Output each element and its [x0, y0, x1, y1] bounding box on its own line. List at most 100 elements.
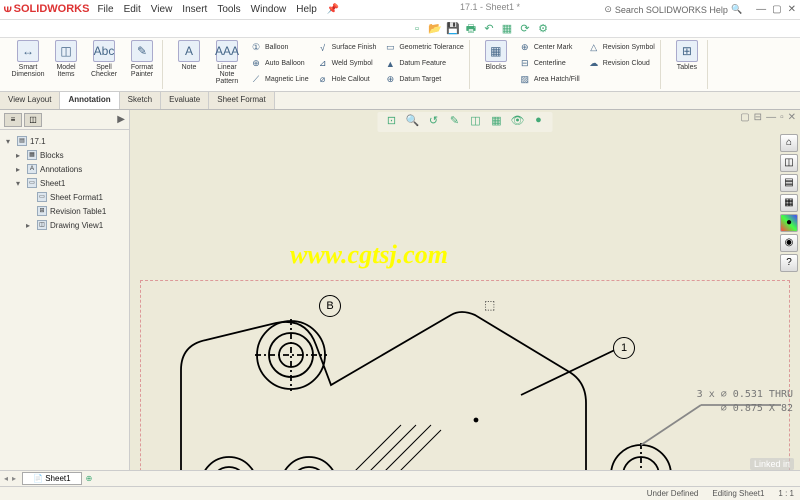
zoom-fit-icon[interactable]: ⊡	[384, 114, 400, 130]
balloon-button[interactable]: ①Balloon	[248, 40, 311, 55]
side-collapse-icon[interactable]: ▶	[117, 114, 125, 125]
drawing-canvas[interactable]: ⊡ 🔍 ↺ ✎ ◫ ▦ 👁 ● ▢ ⊟ — ▫ ✕ ⌂ ◫ ▤ ▦ ● ◉ ? …	[130, 110, 800, 486]
auto-balloon-button[interactable]: ⊕Auto Balloon	[248, 56, 311, 71]
close-button[interactable]: ✕	[788, 4, 796, 15]
canvas-max-icon[interactable]: —	[766, 112, 776, 123]
spell-checker-button[interactable]: AbcSpell Checker	[87, 40, 121, 78]
rebuild-icon[interactable]: ⟳	[518, 22, 532, 36]
magnetic-line-button[interactable]: ⟋Magnetic Line	[248, 72, 311, 87]
revision-cloud-button[interactable]: ☁Revision Cloud	[586, 56, 657, 71]
tab-annotation[interactable]: Annotation	[60, 92, 119, 109]
drawing-sheet[interactable]: B 1 3 x ⌀ 0.531 THRU ⌀ 0.875 X 82	[140, 280, 790, 486]
new-doc-icon[interactable]: ▫	[410, 22, 424, 36]
select-icon[interactable]: ▦	[500, 22, 514, 36]
item-balloon-1[interactable]: 1	[613, 337, 635, 359]
save-icon[interactable]: 💾	[446, 22, 460, 36]
tab-view-layout[interactable]: View Layout	[0, 92, 60, 109]
maximize-button[interactable]: ▢	[772, 4, 781, 15]
canvas-min-icon[interactable]: ⊟	[754, 112, 762, 123]
hole-callout-line2[interactable]: ⌀ 0.875 X 82	[721, 403, 793, 414]
tab-evaluate[interactable]: Evaluate	[161, 92, 209, 109]
side-tab-tree[interactable]: ≡	[4, 113, 22, 127]
datum-target-button[interactable]: ⊕Datum Target	[382, 72, 465, 87]
rt-help-icon[interactable]: ?	[780, 254, 798, 272]
smart-dimension-button[interactable]: ↔Smart Dimension	[11, 40, 45, 78]
view-toolbar: ⊡ 🔍 ↺ ✎ ◫ ▦ 👁 ●	[378, 112, 553, 132]
surface-finish-button[interactable]: √Surface Finish	[315, 40, 379, 55]
tree-sheet1[interactable]: ▾▭Sheet1	[6, 176, 123, 190]
display-style-icon[interactable]: ▦	[489, 114, 505, 130]
rt-home-icon[interactable]: ⌂	[780, 134, 798, 152]
weld-symbol-button[interactable]: ⊿Weld Symbol	[315, 56, 379, 71]
menubar: SOLIDWORKS File Edit View Insert Tools W…	[0, 0, 800, 20]
menu-help[interactable]: Help	[296, 4, 317, 15]
format-painter-button[interactable]: ✎Format Painter	[125, 40, 159, 78]
zoom-area-icon[interactable]: 🔍	[405, 114, 421, 130]
model-items-button[interactable]: ◫Model Items	[49, 40, 83, 78]
canvas-close-icon[interactable]: ✕	[788, 112, 796, 123]
rt-color-icon[interactable]: ●	[780, 214, 798, 232]
menu-view[interactable]: View	[151, 4, 173, 15]
blocks-icon: ▦	[485, 40, 507, 62]
linear-note-pattern-button[interactable]: AAALinear Note Pattern	[210, 40, 244, 85]
undo-icon[interactable]: ↶	[482, 22, 496, 36]
help-search[interactable]: ⊙ Search SOLIDWORKS Help 🔍	[604, 4, 742, 15]
rt-sheet-icon[interactable]: ▤	[780, 174, 798, 192]
centerline-button[interactable]: ⊟Centerline	[517, 56, 582, 71]
tree-sheet-format1[interactable]: ▭Sheet Format1	[6, 190, 123, 204]
search-icon: ⊙	[604, 4, 612, 15]
sheet-tab-prev[interactable]: ◂	[4, 474, 8, 483]
painter-icon: ✎	[131, 40, 153, 62]
tree-revision-table1[interactable]: ⊞Revision Table1	[6, 204, 123, 218]
menu-insert[interactable]: Insert	[182, 4, 207, 15]
main-menu: File Edit View Insert Tools Window Help …	[97, 4, 339, 15]
menu-pin-icon[interactable]: 📌	[327, 4, 339, 15]
geometric-tolerance-button[interactable]: ▭Geometric Tolerance	[382, 40, 465, 55]
menu-window[interactable]: Window	[251, 4, 287, 15]
zoom-prev-icon[interactable]: ↺	[426, 114, 442, 130]
blocks-button[interactable]: ▦Blocks	[479, 40, 513, 71]
revision-symbol-button[interactable]: △Revision Symbol	[586, 40, 657, 55]
tree-blocks[interactable]: ▸▦Blocks	[6, 148, 123, 162]
open-icon[interactable]: 📂	[428, 22, 442, 36]
section-icon[interactable]: ✎	[447, 114, 463, 130]
gtol-icon: ▭	[384, 42, 396, 54]
tables-button[interactable]: ⊞Tables	[670, 40, 704, 71]
tree-annotations[interactable]: ▸AAnnotations	[6, 162, 123, 176]
sheet-tab-sheet1[interactable]: 📄 Sheet1	[22, 472, 82, 485]
tree-drawing-view1[interactable]: ▸◫Drawing View1	[6, 218, 123, 232]
sheet-tab-next[interactable]: ▸	[12, 474, 16, 483]
menu-file[interactable]: File	[97, 4, 113, 15]
dimension-icon: ↔	[17, 40, 39, 62]
view-orient-icon[interactable]: ◫	[468, 114, 484, 130]
menu-edit[interactable]: Edit	[124, 4, 141, 15]
print-icon[interactable]: 🖶	[464, 22, 478, 36]
options-icon[interactable]: ⚙	[536, 22, 550, 36]
datum-feature-button[interactable]: ▲Datum Feature	[382, 56, 465, 71]
tab-sketch[interactable]: Sketch	[120, 92, 161, 109]
canvas-restore-icon[interactable]: ▢	[740, 112, 749, 123]
menu-tools[interactable]: Tools	[217, 4, 240, 15]
datum-balloon-b[interactable]: B	[319, 295, 341, 317]
tab-sheet-format[interactable]: Sheet Format	[209, 92, 274, 109]
side-tab-config[interactable]: ◫	[24, 113, 42, 127]
canvas-tile-icon[interactable]: ▫	[780, 112, 784, 123]
minimize-button[interactable]: —	[756, 4, 766, 15]
rev-symbol-icon: △	[588, 42, 600, 54]
area-hatch-button[interactable]: ▨Area Hatch/Fill	[517, 72, 582, 87]
datum-icon: ▲	[384, 58, 396, 70]
rt-grid-icon[interactable]: ▦	[780, 194, 798, 212]
tree-root[interactable]: ▾▤17.1	[6, 134, 123, 148]
rt-layers-icon[interactable]: ◫	[780, 154, 798, 172]
rt-view-icon[interactable]: ◉	[780, 234, 798, 252]
status-scale: 1 : 1	[778, 489, 794, 498]
hole-callout-line1[interactable]: 3 x ⌀ 0.531 THRU	[697, 389, 793, 400]
appearance-icon[interactable]: ●	[531, 114, 547, 130]
add-sheet-icon[interactable]: ⊕	[86, 474, 93, 483]
surface-icon: √	[317, 42, 329, 54]
search-magnify-icon[interactable]: 🔍	[731, 4, 742, 15]
center-mark-button[interactable]: ⊕Center Mark	[517, 40, 582, 55]
hole-callout-button[interactable]: ⌀Hole Callout	[315, 72, 379, 87]
hide-show-icon[interactable]: 👁	[510, 114, 526, 130]
note-button[interactable]: ANote	[172, 40, 206, 71]
